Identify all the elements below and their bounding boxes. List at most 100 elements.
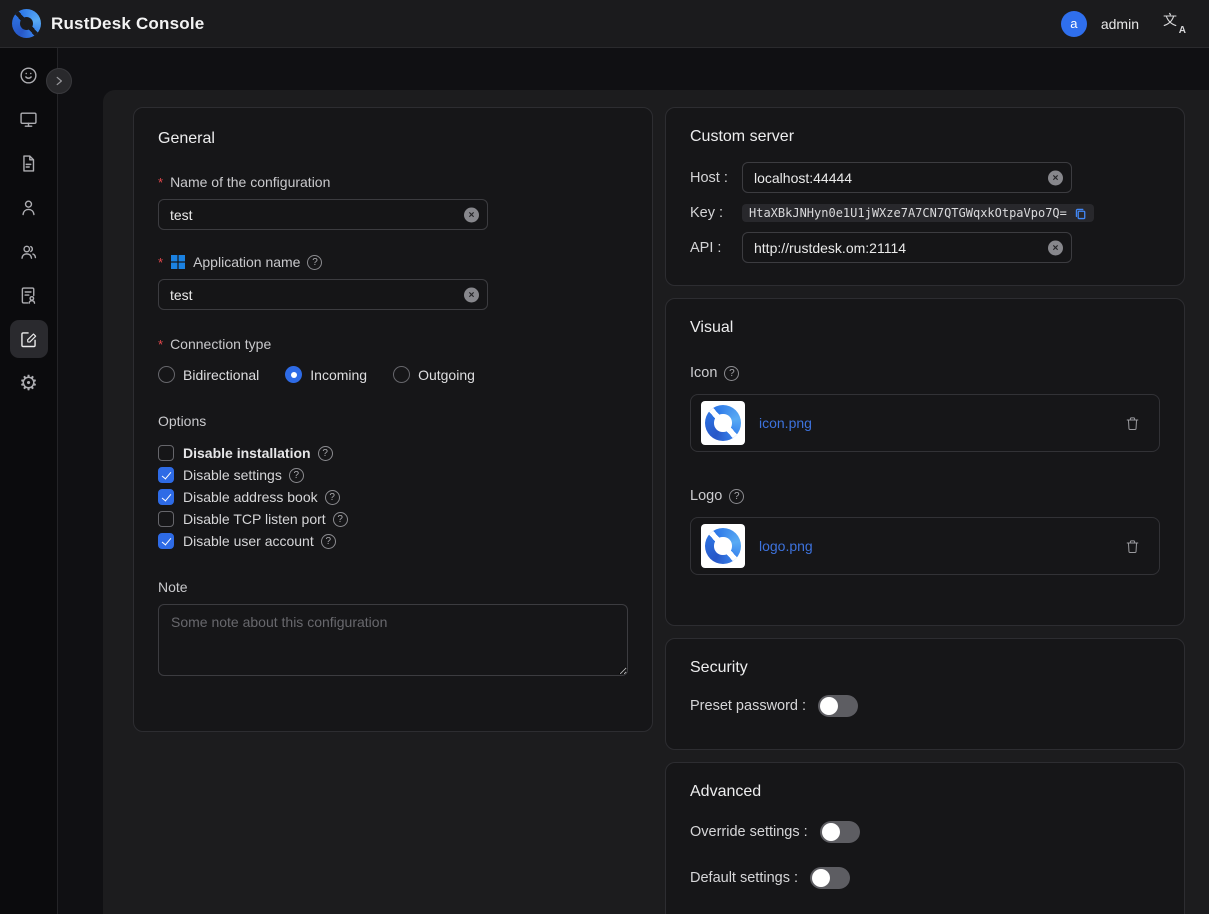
preset-password-toggle[interactable] bbox=[818, 695, 858, 717]
clear-icon[interactable] bbox=[1048, 170, 1063, 185]
default-settings-toggle[interactable] bbox=[810, 867, 850, 889]
clear-icon[interactable] bbox=[464, 207, 479, 222]
host-input[interactable] bbox=[742, 162, 1072, 193]
logo-file-link[interactable]: logo.png bbox=[759, 538, 813, 554]
host-label: Host : bbox=[690, 170, 742, 186]
host-value[interactable] bbox=[754, 170, 1041, 186]
api-value[interactable] bbox=[754, 240, 1041, 256]
application-name-label: Application name bbox=[158, 254, 628, 270]
sidebar-item-users[interactable] bbox=[10, 188, 48, 226]
required-marker bbox=[158, 337, 163, 352]
default-settings-row: Default settings : bbox=[690, 867, 1160, 889]
visual-title: Visual bbox=[690, 319, 1160, 337]
application-name-input[interactable] bbox=[158, 279, 488, 310]
required-marker bbox=[158, 175, 163, 190]
checkbox[interactable] bbox=[158, 489, 174, 505]
options-label: Options bbox=[158, 413, 628, 429]
note-label: Note bbox=[158, 579, 628, 595]
help-icon[interactable] bbox=[289, 468, 304, 483]
windows-logo-icon bbox=[170, 254, 186, 270]
radio-incoming[interactable]: Incoming bbox=[285, 366, 367, 383]
sidebar-item-logs[interactable] bbox=[10, 144, 48, 182]
sidebar: ⚙ bbox=[0, 48, 58, 914]
sidebar-item-address-books[interactable] bbox=[10, 276, 48, 314]
connection-type-label: Connection type bbox=[158, 336, 628, 352]
options-list: Disable installation Disable settings Di… bbox=[158, 445, 628, 549]
delete-logo-button[interactable] bbox=[1124, 538, 1141, 555]
translate-icon[interactable]: 文 A bbox=[1163, 12, 1187, 36]
help-icon[interactable] bbox=[729, 489, 744, 504]
help-icon[interactable] bbox=[318, 446, 333, 461]
left-column: General Name of the configuration Applic… bbox=[133, 107, 653, 732]
override-settings-label: Override settings : bbox=[690, 824, 808, 840]
option-disable-settings[interactable]: Disable settings bbox=[158, 467, 628, 483]
icon-file-link[interactable]: icon.png bbox=[759, 415, 812, 431]
sidebar-item-settings[interactable]: ⚙ bbox=[10, 364, 48, 402]
delete-icon-button[interactable] bbox=[1124, 415, 1141, 432]
override-settings-row: Override settings : bbox=[690, 821, 1160, 843]
checkbox[interactable] bbox=[158, 511, 174, 527]
avatar[interactable]: a bbox=[1061, 11, 1087, 37]
checkbox[interactable] bbox=[158, 533, 174, 549]
face-smile-icon bbox=[18, 65, 39, 86]
security-title: Security bbox=[690, 659, 1160, 677]
help-icon[interactable] bbox=[333, 512, 348, 527]
main-content: General Name of the configuration Applic… bbox=[103, 90, 1209, 914]
trash-icon bbox=[1124, 538, 1141, 555]
checkbox[interactable] bbox=[158, 445, 174, 461]
help-icon[interactable] bbox=[724, 366, 739, 381]
config-name-value[interactable] bbox=[170, 207, 457, 223]
checkbox[interactable] bbox=[158, 467, 174, 483]
radio-dot[interactable] bbox=[158, 366, 175, 383]
radio-outgoing[interactable]: Outgoing bbox=[393, 366, 475, 383]
icon-thumbnail bbox=[701, 401, 745, 445]
copy-icon[interactable] bbox=[1074, 207, 1087, 220]
logo-label: Logo bbox=[690, 488, 1160, 504]
sidebar-item-custom-clients[interactable] bbox=[10, 320, 48, 358]
users-group-icon bbox=[18, 241, 39, 262]
option-disable-user-account[interactable]: Disable user account bbox=[158, 533, 628, 549]
license-document-icon bbox=[18, 285, 39, 306]
help-icon[interactable] bbox=[325, 490, 340, 505]
sidebar-item-home[interactable] bbox=[10, 56, 48, 94]
help-icon[interactable] bbox=[307, 255, 322, 270]
topbar-right: a admin 文 A bbox=[1061, 11, 1187, 37]
key-row: Key : HtaXBkJNHyn0e1U1jWXze7A7CN7QTGWqxk… bbox=[690, 204, 1160, 222]
advanced-card: Advanced Override settings : Default set… bbox=[665, 762, 1185, 914]
radio-dot[interactable] bbox=[393, 366, 410, 383]
logo-upload-item: logo.png bbox=[690, 517, 1160, 575]
note-textarea[interactable] bbox=[158, 604, 628, 676]
override-settings-toggle[interactable] bbox=[820, 821, 860, 843]
rustdesk-logo-icon bbox=[12, 9, 41, 38]
icon-upload-item: icon.png bbox=[690, 394, 1160, 452]
key-value: HtaXBkJNHyn0e1U1jWXze7A7CN7QTGWqxkOtpaVp… bbox=[742, 204, 1094, 222]
user-icon bbox=[18, 197, 39, 218]
logo-thumbnail bbox=[701, 524, 745, 568]
clear-icon[interactable] bbox=[464, 287, 479, 302]
chevron-right-icon bbox=[53, 75, 65, 87]
help-icon[interactable] bbox=[321, 534, 336, 549]
application-name-value[interactable] bbox=[170, 287, 457, 303]
topbar: RustDesk Console a admin 文 A bbox=[0, 0, 1209, 48]
api-label: API : bbox=[690, 240, 742, 256]
document-icon bbox=[18, 153, 39, 174]
edit-square-icon bbox=[18, 329, 39, 350]
clear-icon[interactable] bbox=[1048, 240, 1063, 255]
sidebar-expand-button[interactable] bbox=[46, 68, 72, 94]
username[interactable]: admin bbox=[1101, 16, 1139, 32]
option-disable-tcp-listen-port[interactable]: Disable TCP listen port bbox=[158, 511, 628, 527]
monitor-icon bbox=[18, 109, 39, 130]
api-input[interactable] bbox=[742, 232, 1072, 263]
option-disable-installation[interactable]: Disable installation bbox=[158, 445, 628, 461]
config-name-input[interactable] bbox=[158, 199, 488, 230]
brand: RustDesk Console bbox=[12, 9, 204, 38]
trash-icon bbox=[1124, 415, 1141, 432]
gear-icon: ⚙ bbox=[19, 373, 38, 394]
sidebar-item-groups[interactable] bbox=[10, 232, 48, 270]
option-disable-address-book[interactable]: Disable address book bbox=[158, 489, 628, 505]
radio-dot[interactable] bbox=[285, 366, 302, 383]
visual-card: Visual Icon icon.png bbox=[665, 298, 1185, 626]
connection-type-group: Bidirectional Incoming Outgoing bbox=[158, 366, 628, 383]
radio-bidirectional[interactable]: Bidirectional bbox=[158, 366, 259, 383]
sidebar-item-devices[interactable] bbox=[10, 100, 48, 138]
